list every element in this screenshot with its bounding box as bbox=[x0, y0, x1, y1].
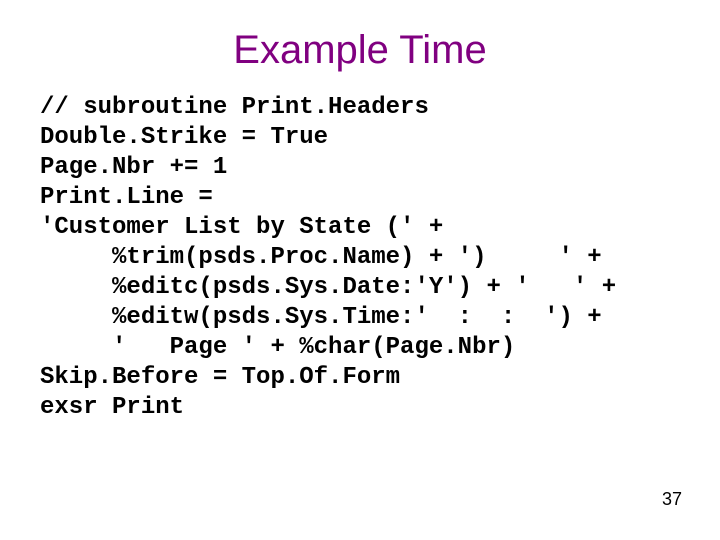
code-block: // subroutine Print.Headers Double.Strik… bbox=[0, 93, 720, 423]
slide-title: Example Time bbox=[0, 0, 720, 93]
slide: Example Time // subroutine Print.Headers… bbox=[0, 0, 720, 540]
page-number: 37 bbox=[662, 489, 682, 510]
